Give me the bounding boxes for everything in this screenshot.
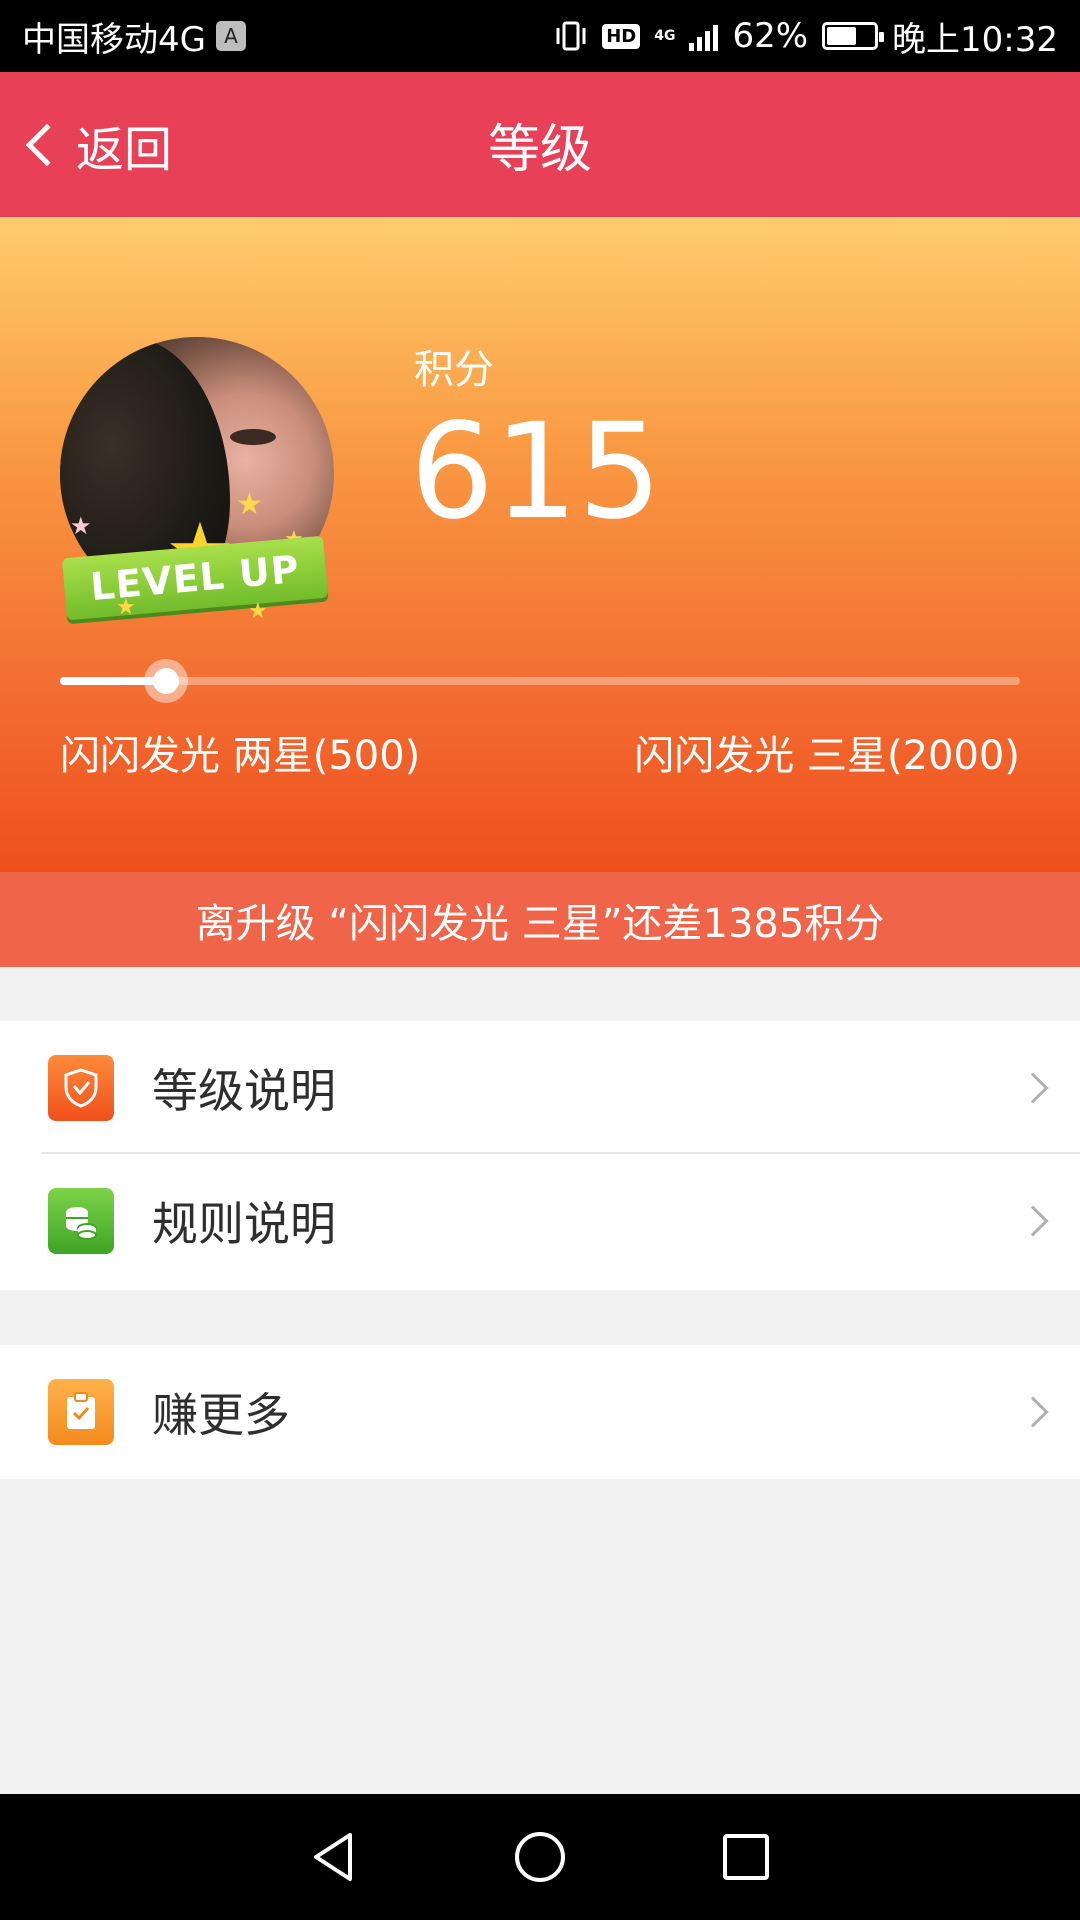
star-icon: ★ xyxy=(248,599,268,624)
back-triangle-icon[interactable] xyxy=(306,1829,362,1885)
chevron-right-icon xyxy=(1017,1071,1049,1104)
shield-icon xyxy=(48,1054,114,1121)
nav-bar: 返回 等级 xyxy=(0,72,1080,217)
battery-icon xyxy=(822,22,885,50)
signal-icon xyxy=(689,21,719,51)
clipboard-check-icon xyxy=(48,1379,114,1445)
menu-group-earn: 赚更多 xyxy=(0,1345,1080,1479)
back-label: 返回 xyxy=(76,121,173,178)
network-type: 4G xyxy=(654,28,676,44)
back-button[interactable]: 返回 xyxy=(20,72,172,217)
recents-square-icon[interactable] xyxy=(718,1829,774,1885)
menu-item-level-info[interactable]: 等级说明 xyxy=(0,1021,1080,1154)
status-right: HD 4G 62% 晚上10:32 xyxy=(554,12,1058,61)
battery-percent: 62% xyxy=(732,16,809,56)
menu-item-label: 规则说明 xyxy=(152,1197,336,1251)
level-hero: ★ ★ ★ ★ LEVEL UP ★ ★ 积分 615 闪闪发光 两星(500)… xyxy=(0,217,1080,872)
menu-item-earn-more[interactable]: 赚更多 xyxy=(0,1345,1080,1479)
status-bar: 中国移动4G A HD 4G 62% 晚上10:32 xyxy=(0,0,1080,72)
vibrate-icon xyxy=(556,21,586,51)
menu-item-rules[interactable]: 规则说明 xyxy=(0,1154,1080,1288)
sim-badge: A xyxy=(215,21,246,51)
hd-icon: HD xyxy=(602,23,641,49)
progress-knob xyxy=(143,659,188,703)
level-progress-bar xyxy=(60,659,1020,703)
carrier-label: 中国移动4G xyxy=(22,19,206,60)
chevron-left-icon xyxy=(25,123,69,166)
score-value: 615 xyxy=(410,395,662,549)
home-circle-icon[interactable] xyxy=(512,1829,568,1885)
menu-item-label: 等级说明 xyxy=(152,1063,336,1118)
chevron-right-icon xyxy=(1017,1205,1049,1237)
menu-item-label: 赚更多 xyxy=(152,1388,290,1442)
current-level-label: 闪闪发光 两星(500) xyxy=(60,733,421,779)
score-label: 积分 xyxy=(414,347,494,393)
clock: 晚上10:32 xyxy=(892,19,1058,60)
star-icon: ★ xyxy=(70,512,92,540)
battery-fill xyxy=(827,27,856,45)
avatar-wrap: ★ ★ ★ ★ LEVEL UP ★ ★ xyxy=(58,337,338,627)
upgrade-banner: 离升级 “闪闪发光 三星”还差1385积分 xyxy=(0,872,1080,967)
system-nav-bar xyxy=(0,1794,1080,1920)
next-level-label: 闪闪发光 三星(2000) xyxy=(634,733,1020,779)
menu-group-info: 等级说明 规则说明 xyxy=(0,1021,1080,1290)
status-left: 中国移动4G A xyxy=(22,12,246,61)
star-icon: ★ xyxy=(116,595,136,620)
avatar-eye xyxy=(230,429,276,445)
star-icon: ★ xyxy=(236,487,263,522)
coins-icon xyxy=(48,1188,114,1254)
chevron-right-icon xyxy=(1017,1396,1049,1428)
